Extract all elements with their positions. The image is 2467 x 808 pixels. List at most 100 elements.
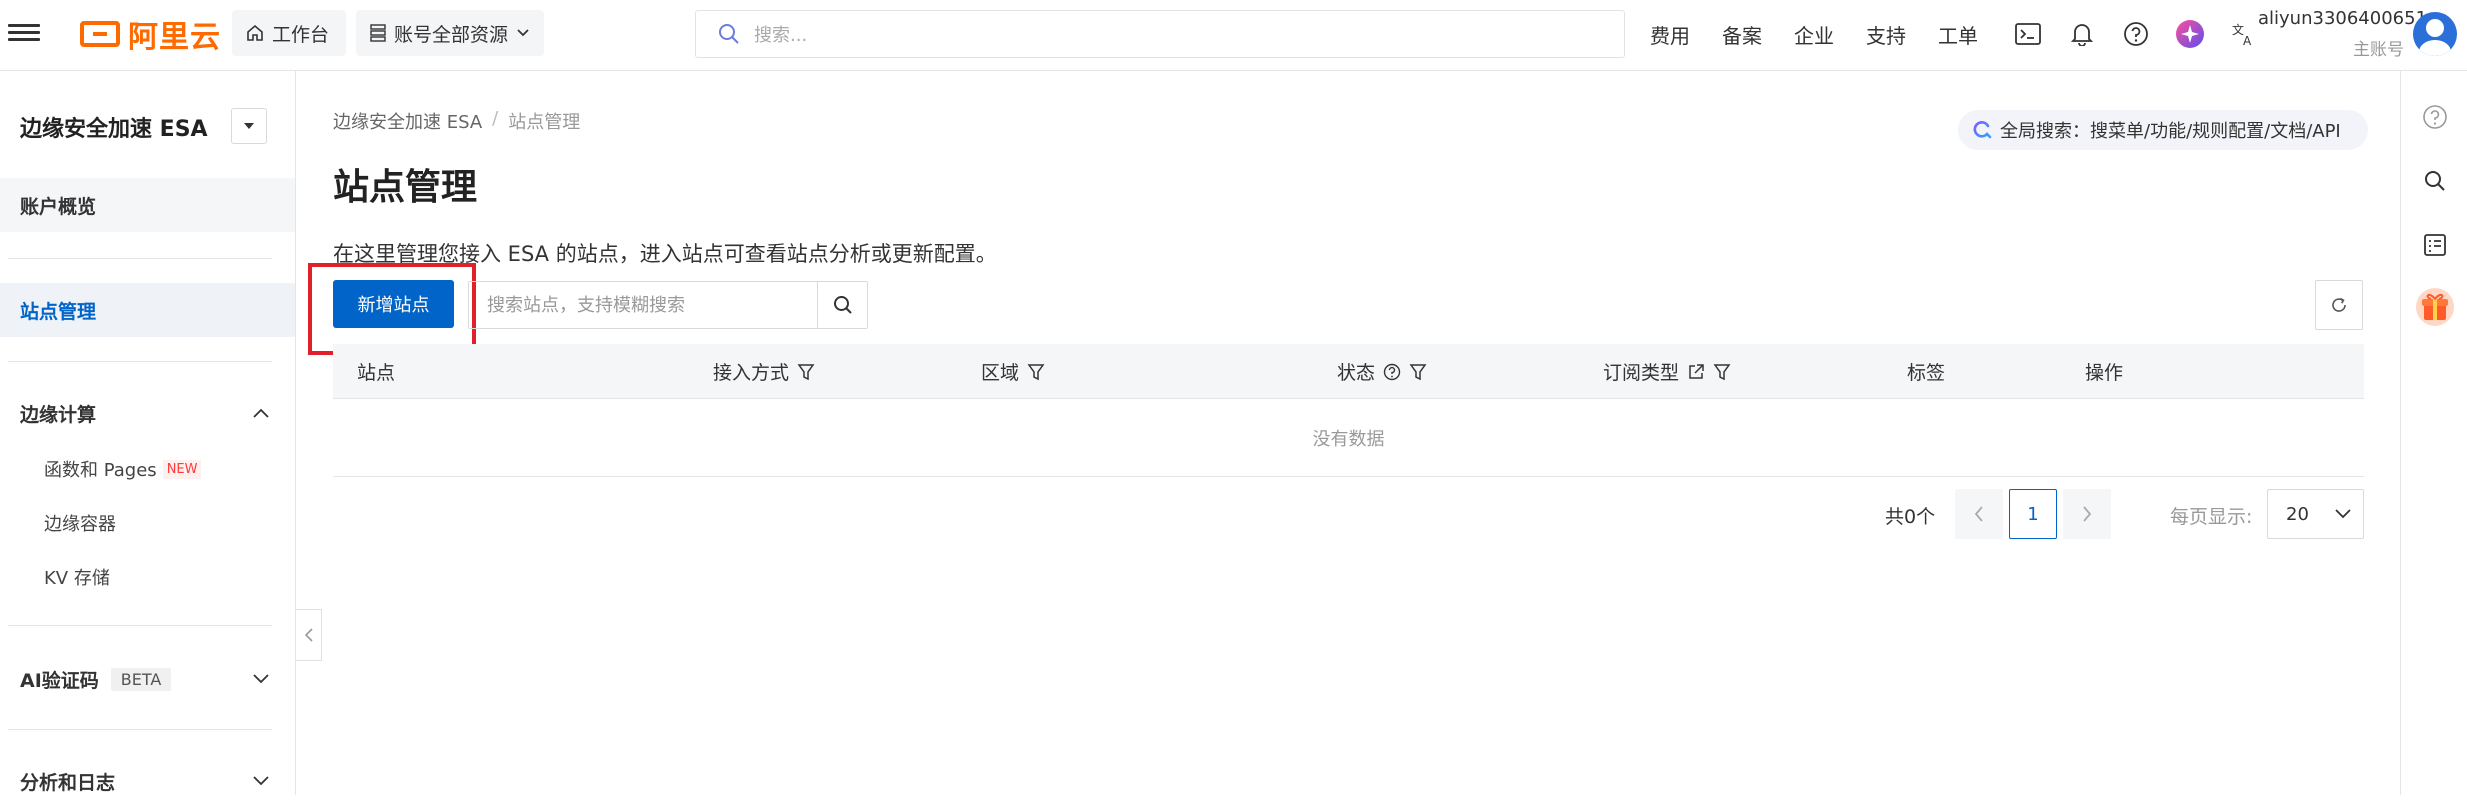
sidebar-group-ai-captcha[interactable]: AI验证码 BETA <box>0 652 295 706</box>
nav-tickets[interactable]: 工单 <box>1938 20 1978 49</box>
chevron-down-icon <box>253 674 269 684</box>
site-search-box <box>468 281 868 329</box>
chevron-right-icon <box>2083 506 2092 522</box>
column-label: 状态 <box>1337 362 1376 384</box>
bell-icon[interactable] <box>2064 16 2100 52</box>
search-icon <box>833 296 852 314</box>
server-icon <box>370 24 386 42</box>
column-actions: 操作 <box>2085 344 2123 399</box>
column-site: 站点 <box>357 344 395 399</box>
filter-icon[interactable] <box>1409 363 1427 381</box>
account-type: 主账号 <box>2353 40 2404 60</box>
refresh-icon <box>2332 297 2346 312</box>
search-icon[interactable] <box>2419 165 2451 197</box>
sidebar-divider <box>8 258 272 259</box>
ai-assistant-icon[interactable] <box>2172 16 2208 52</box>
pagination-next-button[interactable] <box>2063 489 2111 539</box>
global-search-input[interactable]: 搜索... <box>695 10 1625 58</box>
gift-icon[interactable] <box>2415 287 2455 327</box>
global-search-placeholder: 搜索... <box>754 25 808 46</box>
aliyun-logo-icon <box>80 21 120 47</box>
chevron-up-icon <box>253 408 269 418</box>
top-navigation-bar: 阿里云 工作台 账号全部资源 搜索... 费用 备案 企业 支持 工单 文A a… <box>0 0 2467 71</box>
sidebar-item-edge-container[interactable]: 边缘容器 <box>44 510 116 536</box>
sidebar-item-kv-storage[interactable]: KV 存储 <box>44 564 110 590</box>
breadcrumb-current: 站点管理 <box>508 112 581 133</box>
user-info[interactable]: aliyun3306400651 主账号 <box>2258 8 2428 60</box>
external-link-icon[interactable] <box>1687 363 1705 381</box>
nav-support[interactable]: 支持 <box>1866 20 1906 49</box>
column-label: 站点 <box>357 362 396 384</box>
caret-down-icon <box>244 123 254 129</box>
search-icon <box>719 24 739 44</box>
chevron-down-icon <box>2335 509 2351 519</box>
sidebar-group-analytics-logs[interactable]: 分析和日志 <box>0 754 295 808</box>
translate-icon[interactable]: 文A <box>2226 16 2262 52</box>
page-size-label: 每页显示: <box>2170 506 2253 528</box>
sidebar-group-label: 边缘计算 <box>20 403 97 426</box>
chevron-left-icon <box>1974 506 1983 522</box>
site-search-button[interactable] <box>817 282 867 328</box>
sidebar-item-site-management[interactable]: 站点管理 <box>0 283 295 337</box>
sidebar-divider <box>8 361 272 362</box>
global-feature-search-label: 全局搜索：搜菜单/功能/规则配置/文档/API <box>2000 121 2341 142</box>
nav-icp-filing[interactable]: 备案 <box>1722 20 1762 49</box>
menu-icon[interactable] <box>8 20 40 48</box>
chevron-down-icon <box>517 29 529 37</box>
top-nav-links: 费用 备案 企业 支持 工单 文A <box>1650 14 2280 54</box>
breadcrumb-link-esa[interactable]: 边缘安全加速 ESA <box>333 108 482 134</box>
column-access-method: 接入方式 <box>713 344 815 399</box>
filter-icon[interactable] <box>797 363 815 381</box>
pagination-page-current[interactable]: 1 <box>2009 489 2057 539</box>
page-size-select[interactable]: 20 <box>2267 489 2364 539</box>
sidebar-item-functions-pages[interactable]: 函数和 Pages NEW <box>44 456 202 482</box>
product-title: 边缘安全加速 ESA <box>20 117 208 142</box>
column-region: 区域 <box>981 344 1045 399</box>
resource-group-label: 账号全部资源 <box>394 23 509 46</box>
aliyun-logo[interactable]: 阿里云 <box>80 14 221 55</box>
resource-group-selector[interactable]: 账号全部资源 <box>356 10 544 56</box>
sidebar-divider <box>8 729 272 730</box>
help-icon[interactable] <box>2419 101 2451 133</box>
chevron-down-icon <box>253 776 269 786</box>
column-label: 订阅类型 <box>1603 362 1680 384</box>
global-feature-search[interactable]: 全局搜索：搜菜单/功能/规则配置/文档/API <box>1958 110 2368 150</box>
filter-icon[interactable] <box>1027 363 1045 381</box>
new-badge: NEW <box>162 459 202 479</box>
sidebar-item-overview[interactable]: 账户概览 <box>0 178 295 232</box>
sidebar-group-label: AI验证码 <box>20 669 99 692</box>
filter-icon[interactable] <box>1713 363 1731 381</box>
avatar[interactable] <box>2413 12 2457 56</box>
column-label: 操作 <box>2085 362 2124 384</box>
column-subscription-type: 订阅类型 <box>1603 344 1731 399</box>
column-tags: 标签 <box>1907 344 1945 399</box>
breadcrumb: 边缘安全加速 ESA / 站点管理 <box>333 108 580 134</box>
logo-text: 阿里云 <box>128 20 221 55</box>
refresh-button[interactable] <box>2315 280 2363 330</box>
sidebar-group-label: 分析和日志 <box>20 771 116 794</box>
svg-text:A: A <box>2243 34 2252 47</box>
nav-billing[interactable]: 费用 <box>1650 20 1690 49</box>
sidebar-collapse-button[interactable] <box>296 609 322 661</box>
workbench-button[interactable]: 工作台 <box>232 10 346 56</box>
user-name: aliyun3306400651 <box>2258 8 2428 29</box>
help-icon[interactable] <box>1383 363 1401 381</box>
table-empty-state: 没有数据 <box>333 399 2364 477</box>
chevron-left-icon <box>304 628 313 642</box>
pagination-prev-button[interactable] <box>1955 489 2003 539</box>
column-label: 区域 <box>981 362 1020 384</box>
task-list-icon[interactable] <box>2419 229 2451 261</box>
sidebar-group-edge-compute[interactable]: 边缘计算 <box>0 386 295 440</box>
workbench-label: 工作台 <box>272 23 330 46</box>
site-search-input[interactable] <box>469 282 817 328</box>
product-switcher-button[interactable] <box>231 108 267 144</box>
sidebar-divider <box>8 625 272 626</box>
help-icon[interactable] <box>2118 16 2154 52</box>
nav-enterprise[interactable]: 企业 <box>1794 20 1834 49</box>
right-tool-rail <box>2400 71 2467 795</box>
beta-badge: BETA <box>110 667 172 691</box>
terminal-icon[interactable] <box>2010 16 2046 52</box>
product-sidebar: 边缘安全加速 ESA 账户概览 站点管理 边缘计算 函数和 Pages NEW … <box>0 71 296 795</box>
column-label: 接入方式 <box>713 362 790 384</box>
sites-table-header: 站点 接入方式 区域 状态 订阅类型 标签 操作 <box>333 344 2364 399</box>
